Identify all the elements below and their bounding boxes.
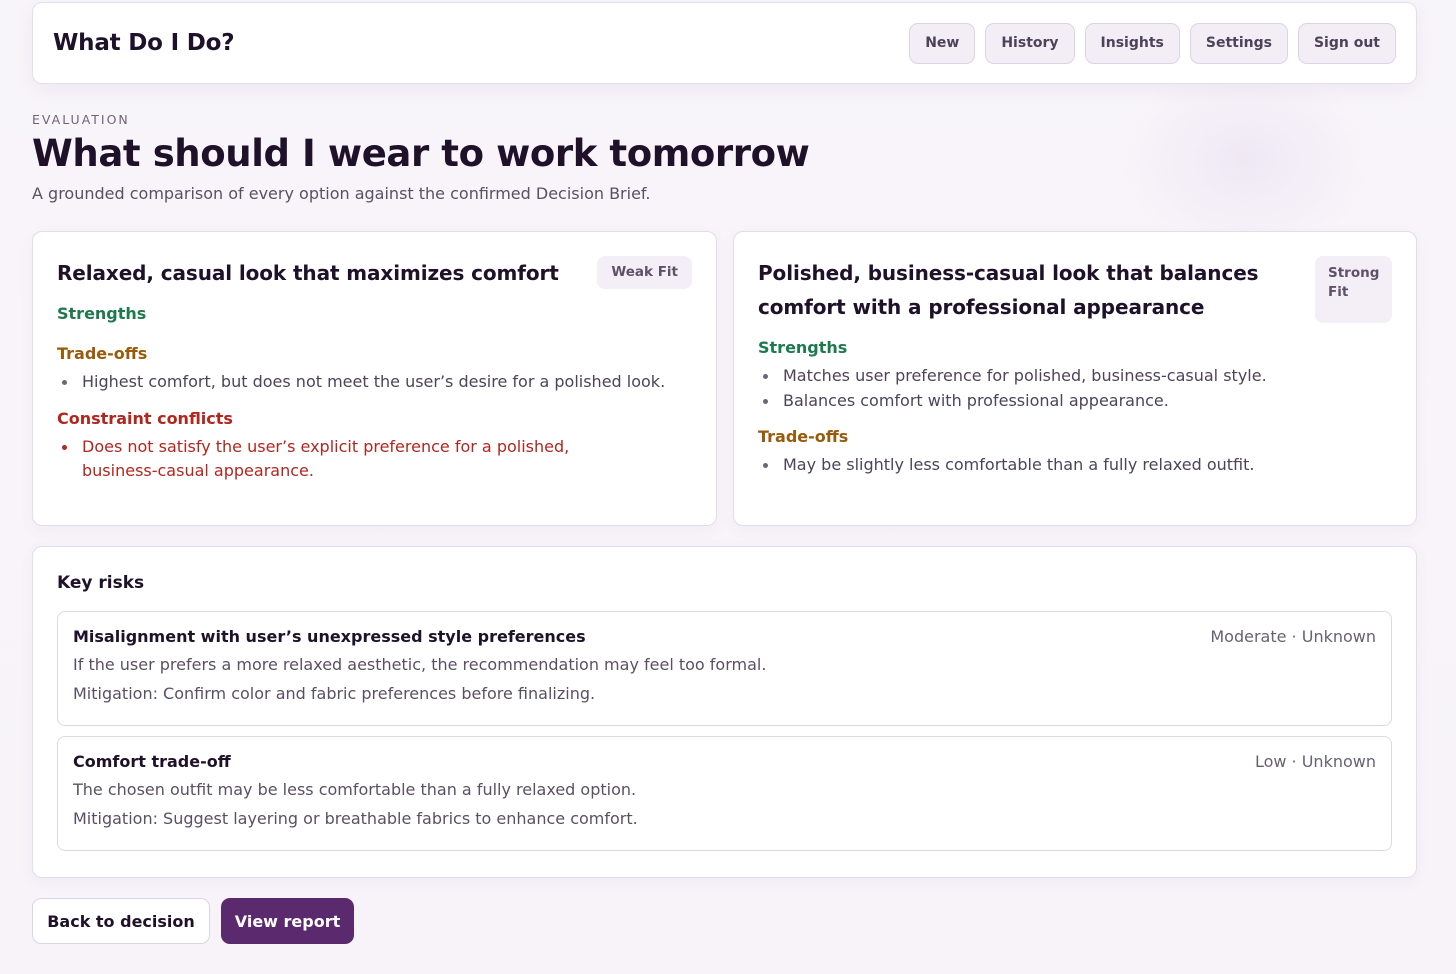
risk-header: Misalignment with user’s unexpressed sty…	[73, 627, 1376, 646]
tradeoff-item: May be slightly less comfortable than a …	[758, 453, 1392, 478]
page-eyebrow: EVALUATION	[32, 112, 130, 127]
strength-item: Balances comfort with professional appea…	[758, 389, 1392, 414]
key-risks-title: Key risks	[57, 573, 145, 593]
page-title: What should I wear to work tomorrow	[32, 132, 810, 175]
risk-mitigation: Mitigation: Confirm color and fabric pre…	[73, 684, 596, 703]
view-report-button[interactable]: View report	[221, 898, 354, 944]
top-nav: New History Insights Settings Sign out	[909, 22, 1396, 64]
strengths-list: Matches user preference for polished, bu…	[758, 364, 1392, 413]
nav-history-button[interactable]: History	[985, 22, 1075, 64]
app-title: What Do I Do?	[53, 30, 235, 56]
conflicts-list: Does not satisfy the user’s explicit pre…	[57, 435, 692, 484]
tradeoff-item: Highest comfort, but does not meet the u…	[57, 370, 692, 395]
fit-badge: Weak Fit	[597, 256, 692, 289]
strengths-label: Strengths	[57, 304, 147, 323]
risk-item: Misalignment with user’s unexpressed sty…	[57, 611, 1392, 726]
nav-sign-out-button[interactable]: Sign out	[1297, 22, 1396, 64]
risk-severity: Moderate · Unknown	[1210, 627, 1376, 646]
nav-new-button[interactable]: New	[909, 22, 976, 64]
strength-item: Matches user preference for polished, bu…	[758, 364, 1392, 389]
risk-description: The chosen outfit may be less comfortabl…	[73, 780, 637, 799]
option-title: Relaxed, casual look that maximizes comf…	[57, 261, 559, 285]
tradeoffs-list: Highest comfort, but does not meet the u…	[57, 370, 692, 395]
risk-severity: Low · Unknown	[1254, 752, 1376, 771]
risk-name: Misalignment with user’s unexpressed sty…	[73, 627, 586, 646]
back-to-decision-button[interactable]: Back to decision	[32, 898, 210, 944]
risk-header: Comfort trade-off Low · Unknown	[73, 752, 1376, 771]
background-glow	[1116, 60, 1376, 260]
option-title: Polished, business-casual look that bala…	[758, 261, 1259, 319]
option-header: Polished, business-casual look that bala…	[758, 256, 1392, 324]
strengths-label: Strengths	[758, 338, 848, 357]
risk-mitigation: Mitigation: Suggest layering or breathab…	[73, 809, 638, 828]
constraint-conflicts-label: Constraint conflicts	[57, 408, 233, 428]
top-bar: What Do I Do? New History Insights Setti…	[32, 2, 1417, 84]
nav-settings-button[interactable]: Settings	[1189, 22, 1288, 64]
fit-badge: Strong Fit	[1315, 256, 1392, 323]
page-subtitle: A grounded comparison of every option ag…	[32, 184, 651, 203]
risk-description: If the user prefers a more relaxed aesth…	[73, 655, 767, 674]
option-card-casual: Relaxed, casual look that maximizes comf…	[32, 231, 717, 526]
tradeoffs-label: Trade-offs	[57, 344, 148, 363]
key-risks-card: Key risks Misalignment with user’s unexp…	[32, 546, 1417, 878]
risk-item: Comfort trade-off Low · Unknown The chos…	[57, 736, 1392, 851]
tradeoffs-list: May be slightly less comfortable than a …	[758, 453, 1392, 478]
nav-insights-button[interactable]: Insights	[1084, 22, 1180, 64]
option-card-polished: Polished, business-casual look that bala…	[733, 231, 1417, 526]
option-header: Relaxed, casual look that maximizes comf…	[57, 256, 692, 290]
risk-name: Comfort trade-off	[73, 752, 231, 771]
tradeoffs-label: Trade-offs	[758, 427, 849, 446]
conflict-item: Does not satisfy the user’s explicit pre…	[57, 435, 692, 484]
